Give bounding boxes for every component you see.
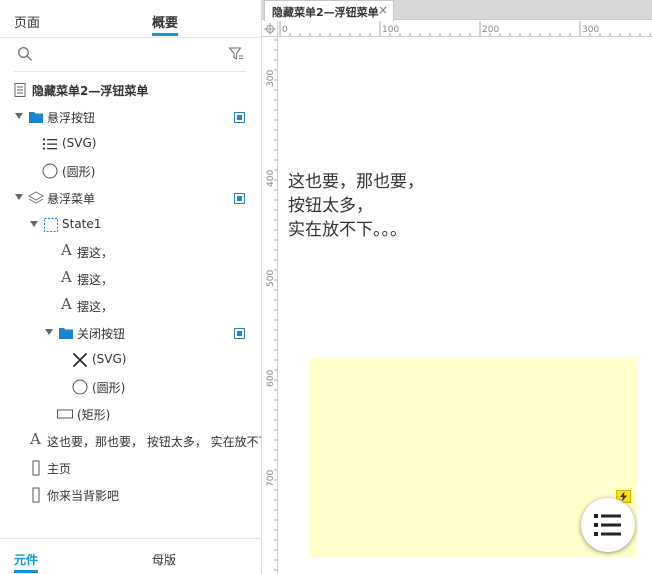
outline-row-text[interactable]: A 这也要，那也要， 按钮太多， 实在放不下 — [0, 428, 261, 454]
outline-row-circle[interactable]: (圆形) — [0, 374, 261, 400]
outline-row-page[interactable]: 隐藏菜单2—浮钮菜单 — [0, 77, 261, 103]
ruler-label: 300 — [266, 70, 276, 87]
tab-outline[interactable]: 概要 — [152, 12, 179, 36]
ruler-label: 600 — [266, 370, 276, 387]
filter-icon[interactable] — [228, 46, 244, 62]
document-tabbar: 隐藏菜单2—浮钮菜单 × — [262, 0, 652, 21]
outline-label: 这也要，那也要， 按钮太多， 实在放不下 — [47, 435, 261, 449]
ruler-label: 300 — [582, 25, 599, 35]
outline-row-close-button[interactable]: 关闭按钮 — [0, 320, 261, 346]
crosshair-icon — [264, 23, 276, 35]
circle-icon — [42, 163, 58, 179]
layers-icon — [28, 191, 44, 204]
outline-label: 关闭按钮 — [77, 327, 126, 341]
outline-row-text[interactable]: A 摆这， — [0, 266, 261, 292]
ruler-ticks-h: 0 100 200 300 — [279, 21, 651, 36]
state-icon — [44, 218, 58, 232]
outline-label: 悬浮菜单 — [47, 192, 96, 206]
text-icon: A — [61, 241, 72, 259]
bottom-tabs: 元件 母版 — [0, 538, 261, 574]
outline-label: 隐藏菜单2—浮钮菜单 — [32, 84, 149, 98]
ruler-label: 100 — [382, 25, 399, 35]
close-icon[interactable]: × — [378, 3, 388, 17]
tab-widgets[interactable]: 元件 — [14, 551, 39, 573]
document-tab-label: 隐藏菜单2—浮钮菜单 — [272, 6, 379, 19]
outline-row-text[interactable]: A 摆这， — [0, 239, 261, 265]
text-icon: A — [61, 268, 72, 286]
ruler-ticks-v: 300 400 500 600 700 — [266, 39, 277, 571]
search-icon[interactable] — [17, 46, 33, 62]
expand-arrow-icon[interactable] — [30, 221, 38, 227]
outline-panel: 页面 概要 隐藏菜单2—浮钮菜单 悬浮按钮 (SVG) (圆形) 悬浮菜单 St… — [0, 0, 262, 574]
outline-label: State1 — [62, 217, 102, 231]
outline-label: 摆这， — [77, 246, 114, 260]
visibility-toggle[interactable] — [234, 112, 245, 123]
hotspot-icon — [32, 487, 40, 503]
expand-arrow-icon[interactable] — [45, 329, 53, 335]
ruler-label: 700 — [266, 470, 276, 487]
text-icon: A — [61, 295, 72, 313]
x-icon — [72, 352, 88, 368]
outline-row-background[interactable]: 你来当背影吧 — [0, 482, 261, 508]
folder-icon — [59, 328, 73, 339]
text-icon: A — [30, 430, 41, 448]
outline-row-text[interactable]: A 摆这， — [0, 293, 261, 319]
rectangle-icon — [57, 409, 73, 419]
outline-label: 摆这， — [77, 300, 114, 314]
outline-row-svg[interactable]: (SVG) — [0, 347, 261, 373]
hotspot-icon — [32, 460, 40, 476]
document-tab[interactable]: 隐藏菜单2—浮钮菜单 × — [264, 0, 394, 21]
list-icon — [594, 514, 621, 536]
outline-label: 悬浮按钮 — [47, 111, 96, 125]
search-bar[interactable] — [14, 46, 246, 72]
design-canvas[interactable]: 这也要，那也要， 按钮太多， 实在放不下。。。 — [279, 38, 652, 574]
circle-icon — [72, 379, 88, 395]
outline-label: (圆形) — [92, 381, 126, 395]
outline-label: 摆这， — [77, 273, 114, 287]
ruler-corner[interactable] — [262, 21, 278, 37]
vertical-ruler[interactable]: 300 400 500 600 700 — [262, 37, 278, 574]
expand-arrow-icon[interactable] — [15, 194, 23, 200]
outline-label: (圆形) — [62, 165, 96, 179]
outline-label: (矩形) — [77, 408, 111, 422]
outline-row-circle[interactable]: (圆形) — [0, 158, 261, 184]
outline-row-svg[interactable]: (SVG) — [0, 131, 261, 157]
ruler-label: 200 — [482, 25, 499, 35]
expand-arrow-icon[interactable] — [15, 113, 23, 119]
editor-area: 隐藏菜单2—浮钮菜单 × 0 100 200 300 300 400 500 6… — [262, 0, 652, 574]
visibility-toggle[interactable] — [234, 193, 245, 204]
floating-action-button[interactable] — [581, 498, 635, 552]
outline-label: (SVG) — [62, 136, 97, 150]
ruler-label: 0 — [282, 25, 288, 35]
outline-row-rectangle[interactable]: (矩形) — [0, 401, 261, 427]
outline-row-float-menu[interactable]: 悬浮菜单 — [0, 185, 261, 211]
canvas-text-widget[interactable]: 这也要，那也要， 按钮太多， 实在放不下。。。 — [288, 170, 424, 242]
list-icon — [43, 138, 57, 150]
panel-tabs: 页面 概要 — [0, 0, 261, 38]
ruler-label: 500 — [266, 270, 276, 287]
folder-icon — [29, 112, 43, 123]
tab-masters[interactable]: 母版 — [152, 551, 176, 568]
outline-label: 主页 — [47, 462, 72, 476]
horizontal-ruler[interactable]: 0 100 200 300 — [278, 21, 652, 37]
page-icon — [14, 83, 26, 97]
outline-row-home[interactable]: 主页 — [0, 455, 261, 481]
ruler-label: 400 — [266, 170, 276, 187]
outline-row-float-button[interactable]: 悬浮按钮 — [0, 104, 261, 130]
outline-row-state1[interactable]: State1 — [0, 212, 261, 238]
outline-label: 你来当背影吧 — [47, 489, 120, 503]
tab-pages[interactable]: 页面 — [14, 12, 40, 31]
visibility-toggle[interactable] — [234, 328, 245, 339]
outline-label: (SVG) — [92, 352, 127, 366]
